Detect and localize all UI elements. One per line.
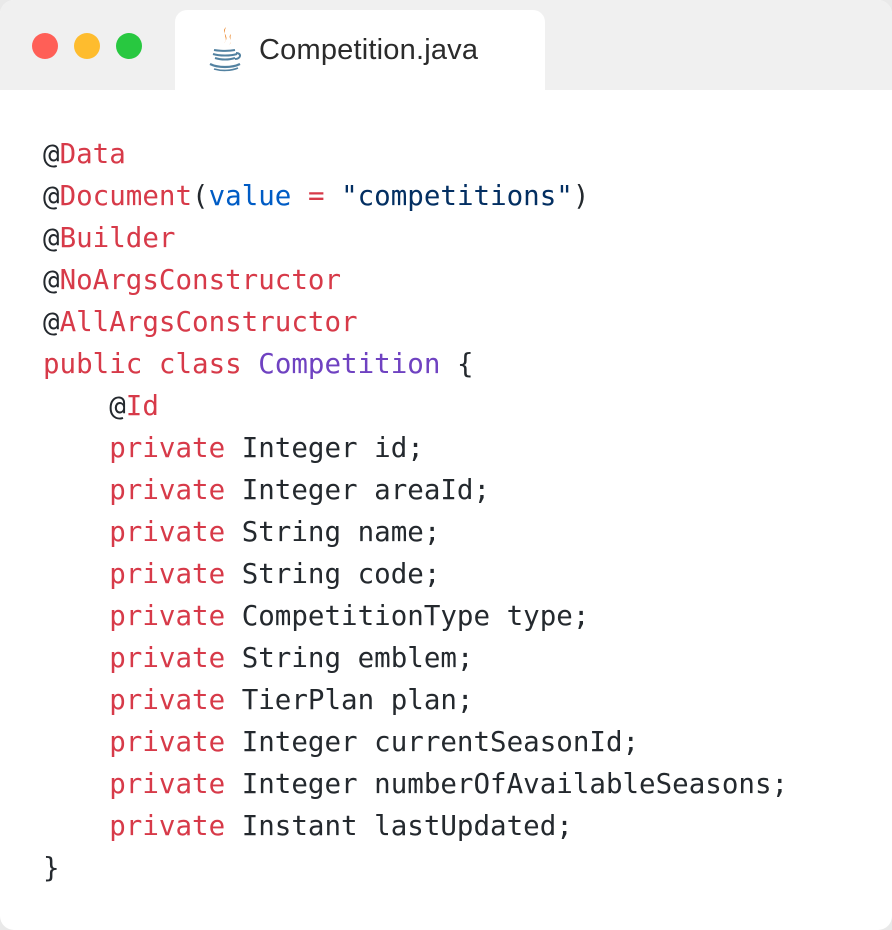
code-line: } — [43, 847, 788, 889]
code-token-plain: CompetitionType type; — [225, 600, 590, 632]
code-token-anno: Document — [59, 180, 193, 212]
code-token-plain: ( — [192, 180, 209, 212]
code-token-plain: { — [440, 348, 474, 380]
code-line: @Builder — [43, 217, 788, 259]
code-line: @Document(value = "competitions") — [43, 175, 788, 217]
code-line: private Integer id; — [43, 427, 788, 469]
code-token-at: @ — [43, 138, 60, 170]
code-token-plain: String name; — [225, 516, 441, 548]
code-token-plain: String code; — [225, 558, 441, 590]
code-token-op: = — [307, 180, 325, 212]
maximize-button[interactable] — [116, 33, 142, 59]
code-line: private Integer currentSeasonId; — [43, 721, 788, 763]
code-token-anno: AllArgsConstructor — [59, 306, 358, 338]
code-token-at: @ — [109, 390, 126, 422]
code-window: Competition.java @Data @Document(value = … — [0, 0, 892, 930]
code-line: private TierPlan plan; — [43, 679, 788, 721]
code-token-plain: Integer currentSeasonId; — [225, 726, 640, 758]
code-token-kw: private — [109, 474, 226, 506]
code-editor[interactable]: @Data @Document(value = "competitions") @B… — [43, 133, 788, 889]
code-token-anno: Id — [125, 390, 159, 422]
code-token-kw: private — [109, 810, 226, 842]
code-line: private String code; — [43, 553, 788, 595]
code-line: private String emblem; — [43, 637, 788, 679]
code-token-kw: private — [109, 558, 226, 590]
code-token-kw: private — [109, 642, 226, 674]
code-token-kw: private — [109, 726, 226, 758]
code-token-anno: Data — [59, 138, 126, 170]
code-token-at: @ — [43, 222, 60, 254]
minimize-button[interactable] — [74, 33, 100, 59]
code-line: @AllArgsConstructor — [43, 301, 788, 343]
title-bar: Competition.java — [0, 0, 892, 90]
code-token-plain: Integer id; — [225, 432, 424, 464]
code-token-anno: Builder — [59, 222, 176, 254]
code-token-plain: Integer numberOfAvailableSeasons; — [225, 768, 789, 800]
code-token-kw: private — [109, 516, 226, 548]
tab-title: Competition.java — [259, 33, 479, 66]
code-line: @Id — [43, 385, 788, 427]
code-token-kw: private — [109, 432, 226, 464]
code-line: private CompetitionType type; — [43, 595, 788, 637]
code-token-at: @ — [43, 264, 60, 296]
code-token-plain: String emblem; — [225, 642, 474, 674]
java-coffee-cup-icon — [205, 24, 245, 72]
code-line: private Integer numberOfAvailableSeasons… — [43, 763, 788, 805]
code-line: @Data — [43, 133, 788, 175]
code-line: private String name; — [43, 511, 788, 553]
file-tab[interactable]: Competition.java — [175, 10, 545, 90]
code-token-kw: private — [109, 600, 226, 632]
code-token-at: @ — [43, 306, 60, 338]
code-token-plain: TierPlan plan; — [225, 684, 474, 716]
code-line: private Integer areaId; — [43, 469, 788, 511]
code-token-kw: private — [109, 768, 226, 800]
code-token-str: "competitions" — [341, 180, 573, 212]
code-token-plain: } — [43, 852, 60, 884]
code-line: public class Competition { — [43, 343, 788, 385]
close-button[interactable] — [32, 33, 58, 59]
code-token-attr: value — [208, 180, 292, 212]
code-line: private Instant lastUpdated; — [43, 805, 788, 847]
code-token-kw: private — [109, 684, 226, 716]
code-token-plain: Integer areaId; — [225, 474, 491, 506]
code-line: @NoArgsConstructor — [43, 259, 788, 301]
code-token-plain: ) — [572, 180, 590, 212]
code-token-kw: public — [43, 348, 143, 380]
code-token-kw: class — [158, 348, 242, 380]
code-token-at: @ — [43, 180, 60, 212]
code-token-anno: NoArgsConstructor — [59, 264, 342, 296]
code-token-class: Competition — [258, 348, 441, 380]
code-token-plain: Instant lastUpdated; — [225, 810, 573, 842]
